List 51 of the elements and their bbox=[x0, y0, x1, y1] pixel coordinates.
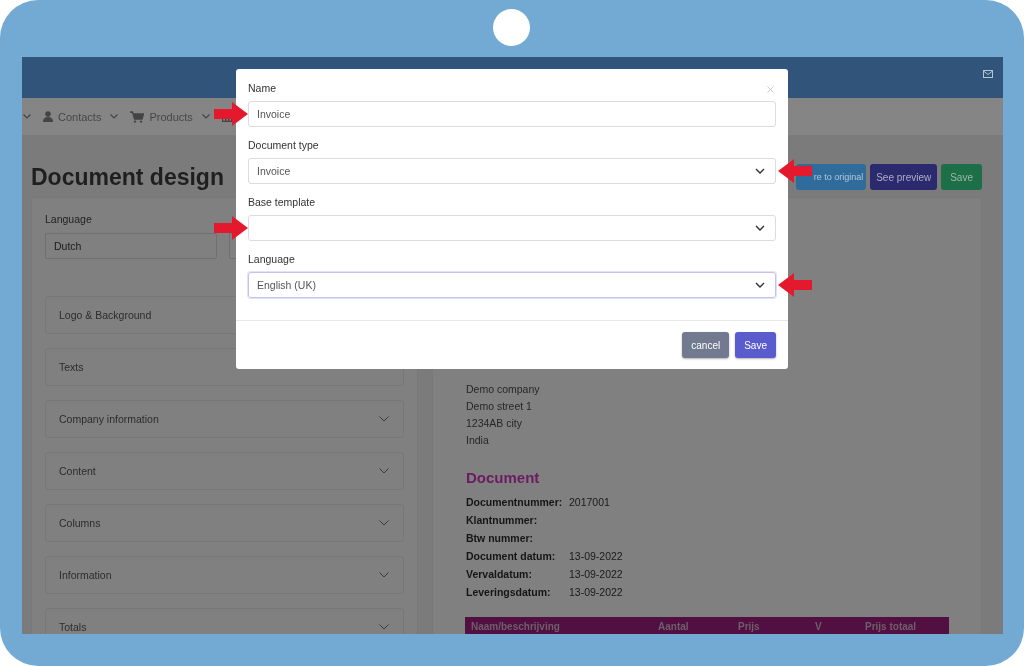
field-label: Language bbox=[248, 253, 295, 266]
field-label: Btw nummer: bbox=[466, 531, 535, 546]
action-button[interactable]: re to original bbox=[795, 164, 867, 190]
field-label: Documentnummer: bbox=[466, 495, 564, 510]
column-header: Prijs bbox=[738, 621, 761, 632]
column-header: V bbox=[815, 621, 823, 632]
nav-link[interactable]: Contacts bbox=[58, 110, 102, 123]
field-label: Document type bbox=[248, 139, 319, 152]
field-label: Klantnummer: bbox=[466, 513, 539, 528]
person-icon[interactable] bbox=[43, 111, 53, 122]
field-value: 13-09-2022 bbox=[569, 549, 623, 564]
select-field[interactable]: Invoice bbox=[248, 158, 776, 184]
document-heading: Document bbox=[466, 469, 541, 488]
address-line: India bbox=[466, 433, 490, 448]
field-label: Base template bbox=[248, 196, 316, 209]
select-field[interactable]: English (UK) bbox=[248, 272, 776, 298]
select-field[interactable] bbox=[248, 215, 776, 241]
accordion-section[interactable]: Company information bbox=[45, 400, 404, 438]
field-value: 13-09-2022 bbox=[569, 585, 623, 600]
field-label: Document datum: bbox=[466, 549, 557, 564]
field-label: Language bbox=[45, 213, 93, 225]
chevron-down-icon[interactable] bbox=[755, 225, 765, 231]
language-field[interactable]: Dutch bbox=[45, 233, 217, 259]
accordion-section[interactable]: Columns bbox=[45, 504, 404, 542]
camera-dot bbox=[493, 9, 530, 46]
chevron-down-icon[interactable] bbox=[755, 282, 765, 288]
nav-link[interactable]: Products bbox=[149, 110, 193, 123]
close-icon[interactable] bbox=[767, 86, 774, 93]
chevron-down-icon[interactable] bbox=[755, 168, 765, 174]
field-value: 2017001 bbox=[569, 495, 610, 510]
field-value: 13-09-2022 bbox=[569, 567, 623, 582]
save-button[interactable]: Save bbox=[735, 332, 776, 358]
field-label: Name bbox=[248, 82, 276, 95]
column-header: Naam/beschrijving bbox=[470, 621, 561, 632]
action-button[interactable]: Save bbox=[941, 164, 982, 190]
field-label: Leveringsdatum: bbox=[466, 585, 552, 600]
column-header: Aantal bbox=[658, 621, 690, 632]
cancel-button[interactable]: cancel bbox=[682, 332, 730, 358]
address-line: 1234AB city bbox=[466, 416, 524, 431]
column-header: Prijs totaal bbox=[865, 621, 917, 632]
address-line: Demo company bbox=[466, 382, 541, 397]
mail-icon[interactable] bbox=[983, 70, 993, 78]
accordion-section[interactable]: Totals bbox=[45, 608, 404, 634]
accordion-section[interactable]: Content bbox=[45, 452, 404, 490]
page-title: Document design bbox=[31, 163, 224, 191]
action-button[interactable]: See preview bbox=[870, 164, 938, 190]
cart-icon[interactable] bbox=[130, 110, 145, 123]
address-line: Demo street 1 bbox=[466, 399, 533, 414]
field-label: Vervaldatum: bbox=[466, 567, 533, 582]
accordion-section[interactable]: Information bbox=[45, 556, 404, 594]
input-field[interactable]: Invoice bbox=[248, 101, 776, 127]
